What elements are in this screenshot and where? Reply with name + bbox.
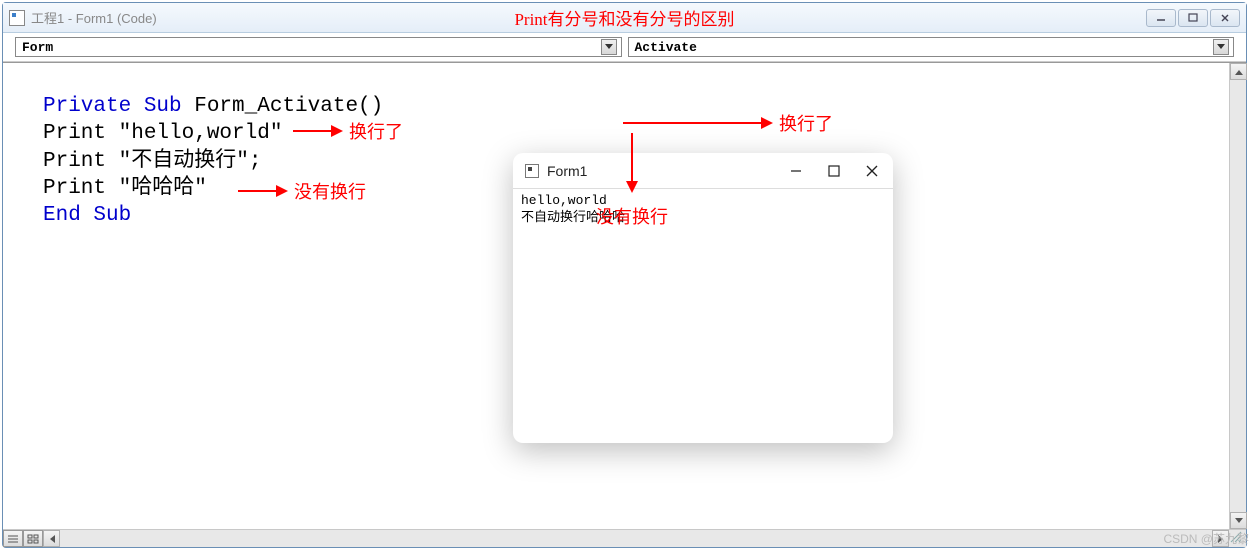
scroll-down-button[interactable] [1230, 512, 1247, 529]
scroll-track[interactable] [1230, 80, 1246, 512]
view-mode-buttons [3, 530, 43, 547]
window-controls [1146, 9, 1240, 27]
annotation-arrow-4: 没有换行 [596, 133, 668, 229]
annotation-label: 没有换行 [294, 178, 366, 204]
dropdown-row: Form Activate [3, 33, 1246, 62]
annotation-title: Print有分号和没有分号的区别 [514, 5, 734, 30]
close-button[interactable] [1210, 9, 1240, 27]
vertical-scrollbar[interactable] [1229, 63, 1246, 529]
scroll-left-button[interactable] [43, 530, 60, 547]
form1-title: Form1 [547, 163, 587, 179]
form1-output: hello,world 不自动换行哈哈哈 [513, 189, 893, 231]
object-combo-value: Form [22, 40, 53, 55]
maximize-button[interactable] [1178, 9, 1208, 27]
proc-view-button[interactable] [3, 530, 23, 547]
full-view-button[interactable] [23, 530, 43, 547]
form-icon [525, 164, 539, 178]
annotation-arrow-2: 没有换行 [238, 178, 366, 204]
maximize-button[interactable] [825, 162, 843, 180]
annotation-label: 没有换行 [596, 203, 668, 229]
form1-titlebar: Form1 [513, 153, 893, 189]
scroll-track[interactable] [60, 530, 1212, 547]
window-title: 工程1 - Form1 (Code) [31, 8, 157, 27]
scroll-up-button[interactable] [1230, 63, 1247, 80]
runtime-form-window: Form1 hello,world 不自动换行哈哈哈 [513, 153, 893, 443]
annotation-label: 换行了 [779, 110, 833, 136]
minimize-button[interactable] [787, 162, 805, 180]
chevron-down-icon[interactable] [601, 39, 617, 55]
object-combo[interactable]: Form [15, 37, 622, 57]
watermark: CSDN @苏九黎 [1163, 530, 1249, 547]
proc-combo[interactable]: Activate [628, 37, 1235, 57]
horizontal-scrollbar[interactable] [43, 530, 1229, 547]
proc-combo-value: Activate [635, 40, 697, 55]
bottom-bar [3, 529, 1246, 547]
form1-controls [787, 162, 881, 180]
code-window: 工程1 - Form1 (Code) Print有分号和没有分号的区别 Form… [2, 2, 1247, 548]
editor-area: Private Sub Form_Activate() Print "hello… [3, 62, 1246, 529]
app-icon [9, 10, 25, 26]
titlebar: 工程1 - Form1 (Code) Print有分号和没有分号的区别 [3, 3, 1246, 33]
minimize-button[interactable] [1146, 9, 1176, 27]
chevron-down-icon[interactable] [1213, 39, 1229, 55]
close-button[interactable] [863, 162, 881, 180]
annotation-arrow-1: 换行了 [293, 118, 403, 144]
annotation-label: 换行了 [349, 118, 403, 144]
